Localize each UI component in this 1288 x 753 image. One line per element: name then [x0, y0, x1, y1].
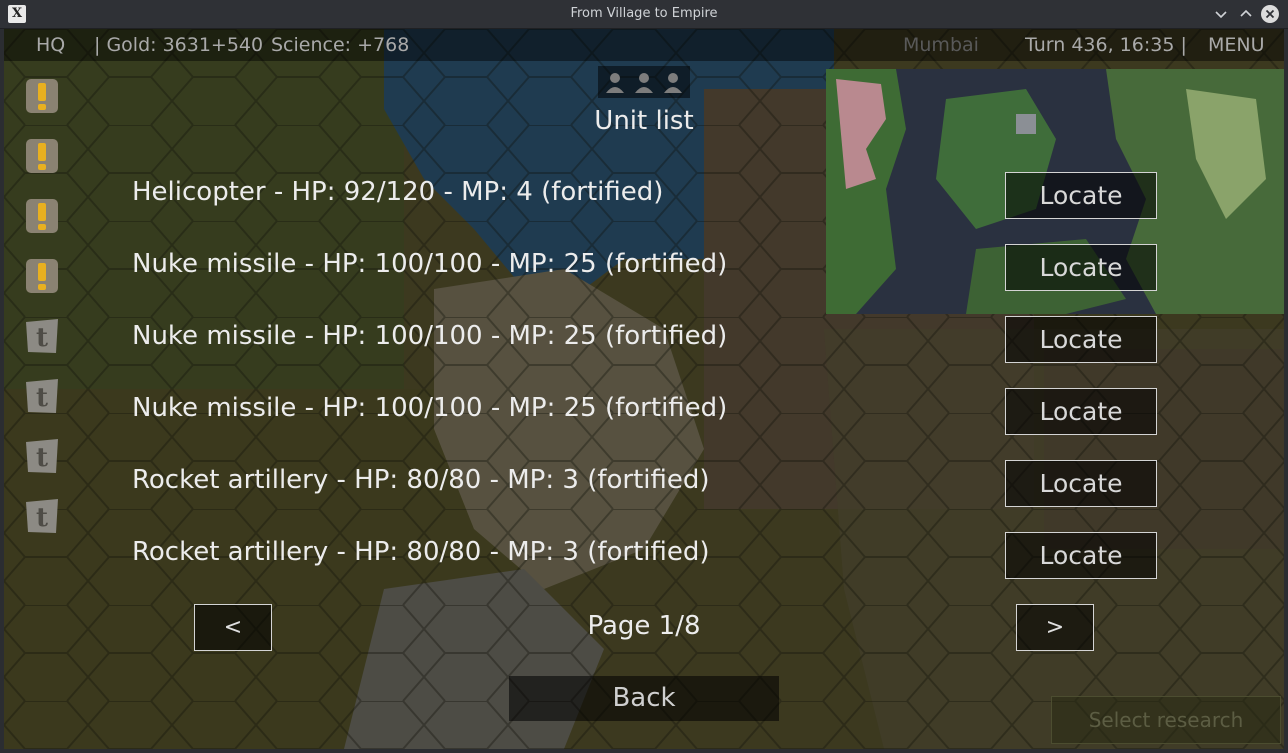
player-silhouette-icon: [664, 73, 682, 93]
top-status-bar: HQ | Gold: 3631+540 Science: +768 Mumbai…: [4, 29, 1284, 61]
close-button[interactable]: [1261, 5, 1279, 23]
hq-button[interactable]: HQ: [36, 29, 65, 61]
svg-text:t: t: [36, 383, 48, 413]
dialog-title: Unit list: [594, 106, 694, 136]
svg-text:t: t: [36, 323, 48, 353]
svg-text:t: t: [36, 443, 48, 473]
select-research-button[interactable]: Select research: [1051, 696, 1281, 744]
minimize-button[interactable]: [1212, 5, 1230, 23]
turn-readout: Turn 436, 16:35 |: [1025, 34, 1187, 56]
unit-row-label: Nuke missile - HP: 100/100 - MP: 25 (for…: [132, 249, 728, 279]
t-notification-icon[interactable]: t: [22, 436, 62, 476]
exclamation-notification-icon[interactable]: [22, 256, 62, 296]
locate-button[interactable]: Locate: [1005, 532, 1157, 579]
exclamation-notification-icon[interactable]: [22, 76, 62, 116]
previous-page-button[interactable]: <: [194, 604, 272, 651]
science-readout: Science: +768: [271, 34, 410, 56]
locate-button[interactable]: Locate: [1005, 388, 1157, 435]
title-bar: X From Village to Empire: [0, 0, 1288, 29]
menu-button[interactable]: MENU: [1208, 29, 1265, 61]
unit-row-label: Rocket artillery - HP: 80/80 - MP: 3 (fo…: [132, 537, 710, 567]
chevron-up-icon: [1240, 9, 1252, 17]
svg-text:t: t: [36, 503, 48, 533]
t-notification-icon[interactable]: t: [22, 316, 62, 356]
maximize-button[interactable]: [1237, 5, 1255, 23]
player-icons: [598, 66, 690, 98]
player-silhouette-icon: [606, 73, 624, 93]
unit-row-label: Rocket artillery - HP: 80/80 - MP: 3 (fo…: [132, 465, 710, 495]
page-indicator: Page 1/8: [587, 611, 701, 641]
t-notification-icon[interactable]: t: [22, 376, 62, 416]
window-title: From Village to Empire: [570, 6, 718, 21]
exclamation-notification-icon[interactable]: [22, 196, 62, 236]
exclamation-notification-icon[interactable]: [22, 136, 62, 176]
next-page-button[interactable]: >: [1016, 604, 1094, 651]
t-notification-icon[interactable]: t: [22, 496, 62, 536]
locate-button[interactable]: Locate: [1005, 460, 1157, 507]
app-window: X From Village to Empire HQ | Gold: 3631…: [0, 0, 1288, 753]
unit-row-label: Helicopter - HP: 92/120 - MP: 4 (fortifi…: [132, 177, 664, 207]
chevron-down-icon: [1215, 11, 1227, 19]
locate-button[interactable]: Locate: [1005, 172, 1157, 219]
player-silhouette-icon: [635, 73, 653, 93]
locate-button[interactable]: Locate: [1005, 244, 1157, 291]
selected-city-label[interactable]: Mumbai: [903, 29, 979, 61]
close-icon: [1265, 9, 1275, 19]
unit-row-label: Nuke missile - HP: 100/100 - MP: 25 (for…: [132, 393, 728, 423]
unit-row-label: Nuke missile - HP: 100/100 - MP: 25 (for…: [132, 321, 728, 351]
back-button[interactable]: Back: [509, 676, 779, 721]
gold-readout: | Gold: 3631+540: [94, 34, 264, 56]
locate-button[interactable]: Locate: [1005, 316, 1157, 363]
game-view: HQ | Gold: 3631+540 Science: +768 Mumbai…: [4, 29, 1284, 749]
